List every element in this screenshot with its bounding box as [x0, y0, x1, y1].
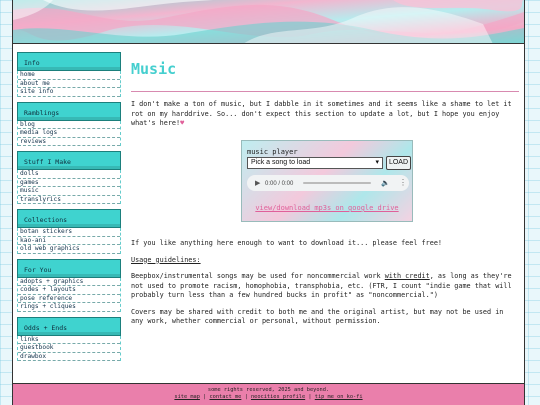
download-text: If you like anything here enough to want…	[131, 239, 442, 247]
sidebar-item-media-logs[interactable]: media logs	[18, 129, 120, 138]
sidebar-item-codes-layouts[interactable]: codes + layouts	[18, 286, 120, 295]
footer-separator: |	[241, 394, 251, 400]
guidelines-paragraph-2: Covers may be shared with credit to both…	[131, 307, 504, 326]
song-select[interactable]: Pick a song to load ▾	[247, 157, 383, 169]
main-content: Music I don't make a ton of music, but I…	[131, 52, 519, 325]
sidebar-heading-stuff-i-make: Stuff I Make	[17, 151, 121, 170]
sidebar-item-kao-ani[interactable]: kao-ani	[18, 237, 120, 245]
sidebar-item-blog[interactable]: blog	[18, 121, 120, 129]
google-drive-link[interactable]: view/download mp3s on google drive	[242, 204, 412, 214]
footer-link-site-map[interactable]: site map	[174, 394, 200, 400]
guidelines-heading: Usage guidelines:	[131, 255, 201, 264]
sidebar-item-drawbox[interactable]: drawbox	[18, 353, 120, 361]
sidebar-item-guestbook[interactable]: guestbook	[18, 344, 120, 353]
sidebar-item-translyrics[interactable]: translyrics	[18, 196, 120, 204]
sidebar-heading-odds-ends: Odds + Ends	[17, 316, 121, 336]
sidebar-item-about-me[interactable]: about me	[18, 80, 120, 88]
guidelines-text-a: Beepbox/instrumental songs may be used f…	[131, 272, 385, 280]
footer-copyright: some rights reserved, 2025 and beyond.	[207, 387, 330, 393]
with-credit-link[interactable]: with credit	[385, 272, 430, 280]
load-button[interactable]: LOAD	[386, 156, 411, 170]
guidelines-paragraph-1: Beepbox/instrumental songs may be used f…	[131, 272, 519, 301]
intro-paragraph: I don't make a ton of music, but I dabbl…	[131, 100, 512, 127]
sidebar-item-pose-reference[interactable]: pose reference	[18, 295, 120, 303]
footer: some rights reserved, 2025 and beyond. s…	[13, 383, 524, 405]
sidebar-item-home[interactable]: home	[18, 71, 120, 80]
sidebar-heading-ramblings: Ramblings	[17, 101, 121, 121]
sidebar-item-rings-cliques[interactable]: rings + cliques	[18, 303, 120, 312]
heart-icon: ♥	[180, 119, 185, 127]
sidebar-list-info: home about me site info	[17, 71, 121, 97]
intro-text: I don't make a ton of music, but I dabbl…	[131, 100, 519, 129]
audio-time: 0:00 / 0:00	[265, 181, 294, 187]
sidebar-item-dolls[interactable]: dolls	[18, 170, 120, 179]
header-banner	[13, 0, 524, 44]
sidebar-item-reviews[interactable]: reviews	[18, 138, 120, 146]
footer-link-ko-fi[interactable]: tip me on ko-fi	[315, 394, 363, 400]
sidebar-item-links[interactable]: links	[18, 336, 120, 344]
sidebar-list-collections: botan stickers kao-ani old web graphics	[17, 228, 121, 254]
sidebar-item-music[interactable]: music	[18, 187, 120, 196]
page-frame: Info home about me site info Ramblings b…	[12, 0, 525, 405]
sidebar-heading-for-you: For You	[17, 258, 121, 278]
footer-separator: |	[305, 394, 315, 400]
play-icon[interactable]: ▶	[255, 179, 260, 189]
volume-icon[interactable]: 🔈	[381, 179, 390, 189]
more-options-icon[interactable]: ⋮	[399, 178, 407, 188]
sidebar-item-site-info[interactable]: site info	[18, 88, 120, 97]
sidebar-heading-collections: Collections	[17, 209, 121, 228]
sidebar-item-old-web-graphics[interactable]: old web graphics	[18, 245, 120, 254]
chevron-down-icon: ▾	[375, 159, 379, 166]
footer-links: site map | contact me | neocities profil…	[13, 394, 524, 401]
footer-link-neocities-profile[interactable]: neocities profile	[251, 394, 305, 400]
sidebar-item-games[interactable]: games	[18, 179, 120, 187]
footer-link-contact-me[interactable]: contact me	[209, 394, 241, 400]
page-title: Music	[131, 62, 519, 92]
audio-progress-track[interactable]	[303, 182, 371, 184]
sidebar-item-adopts-graphics[interactable]: adopts + graphics	[18, 278, 120, 286]
sidebar-list-odds-ends: links guestbook drawbox	[17, 335, 121, 361]
sidebar-list-stuff-i-make: dolls games music translyrics	[17, 170, 121, 204]
sidebar-list-for-you: adopts + graphics codes + layouts pose r…	[17, 277, 121, 312]
sidebar-heading-info: Info	[17, 52, 121, 71]
after-player-text: If you like anything here enough to want…	[131, 239, 519, 334]
audio-player[interactable]: ▶ 0:00 / 0:00 🔈 ⋮	[247, 175, 409, 191]
song-select-value: Pick a song to load	[251, 159, 311, 166]
sidebar-item-botan-stickers[interactable]: botan stickers	[18, 228, 120, 237]
music-player: music player Pick a song to load ▾ LOAD …	[241, 140, 413, 222]
sidebar-list-ramblings: blog media logs reviews	[17, 120, 121, 146]
sidebar-nav: Info home about me site info Ramblings b…	[17, 52, 121, 361]
